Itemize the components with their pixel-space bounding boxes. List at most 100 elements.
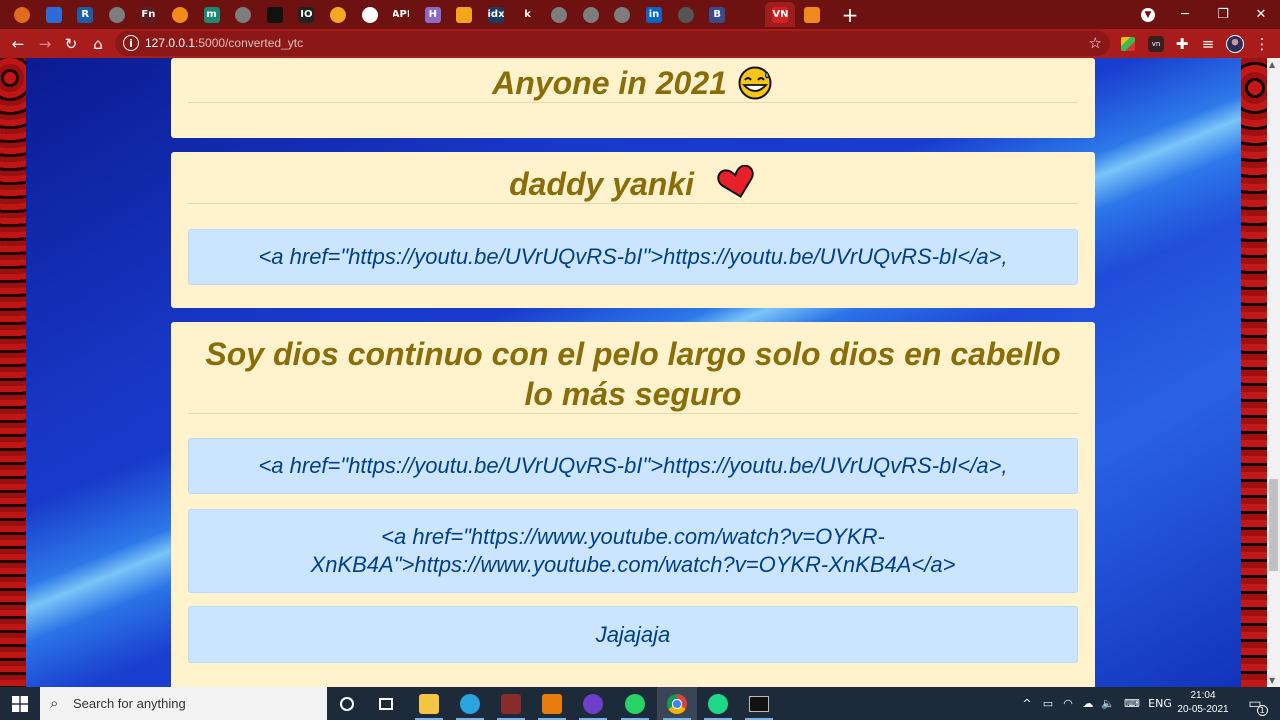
notification-center-button[interactable]: ▭ 1 <box>1240 687 1270 720</box>
comment-title: Soy dios continuo con el pelo largo solo… <box>188 334 1078 414</box>
browser-menu-button[interactable]: ⋮ <box>1250 32 1274 56</box>
extension-badge-icon: vn <box>1148 36 1164 52</box>
input-language-indicator[interactable]: ENG <box>1147 687 1173 720</box>
tab-search-button[interactable]: ▼ <box>1129 0 1167 29</box>
wifi-icon[interactable]: ◠ <box>1059 687 1077 720</box>
chrome-taskbar-button[interactable] <box>657 687 697 720</box>
media-controls-button[interactable]: ≡ <box>1196 32 1220 56</box>
browser-tab[interactable]: k <box>513 2 543 27</box>
extension-colorful-button[interactable] <box>1116 32 1140 56</box>
file-explorer-taskbar-button[interactable] <box>409 687 449 720</box>
browser-tab[interactable]: R <box>70 2 100 27</box>
teal-m-icon: m <box>203 6 220 23</box>
pycharm-icon <box>708 693 728 714</box>
blocked-circle-icon <box>582 6 599 23</box>
browser-tab[interactable]: in <box>639 2 669 27</box>
browser-tab[interactable] <box>576 2 606 27</box>
whatsapp-taskbar-button[interactable] <box>615 687 655 720</box>
browser-tab[interactable]: idx <box>481 2 511 27</box>
profile-button[interactable] <box>1223 32 1247 56</box>
browser-tab[interactable] <box>323 2 353 27</box>
cortana-circle-taskbar-button[interactable] <box>327 687 367 720</box>
reload-button[interactable]: ↻ <box>59 32 83 56</box>
browser-tab[interactable] <box>228 2 258 27</box>
maximize-icon: ❐ <box>1217 7 1229 22</box>
language-label: ENG <box>1148 697 1172 710</box>
forward-button[interactable]: → <box>33 32 57 56</box>
comment-card: Anyone in 2021 <box>171 58 1095 138</box>
comment-card: Soy dios continuo con el pelo largo solo… <box>171 322 1095 687</box>
comment-title-text: Anyone in 2021 <box>492 65 727 101</box>
scrollbar-thumb[interactable] <box>1269 479 1278 571</box>
url-text[interactable]: 127.0.0.1:5000/converted_ytc <box>145 36 303 50</box>
scroll-down-icon[interactable]: ▼ <box>1269 676 1275 685</box>
comment-card: daddy yanki <a href="https://youtu.be/UV… <box>171 152 1095 308</box>
minimize-button[interactable]: ─ <box>1166 0 1204 29</box>
onedrive-cloud-icon[interactable]: ☁ <box>1079 687 1097 720</box>
arrow-right-icon: → <box>38 35 52 53</box>
browser-tab[interactable]: Fn <box>133 2 163 27</box>
back-button[interactable]: ← <box>6 32 30 56</box>
file-explorer-icon <box>419 693 439 714</box>
browser-tab[interactable] <box>7 2 37 27</box>
grinning-sweat-face-icon <box>736 66 774 100</box>
task-view-icon <box>379 697 393 710</box>
speaker-icon <box>740 6 757 23</box>
browser-tab[interactable] <box>355 2 385 27</box>
reply-text: Jajajaja <box>595 621 671 647</box>
swift-bird-icon <box>45 6 62 23</box>
blender-taskbar-button[interactable] <box>532 687 572 720</box>
blender-ring-icon <box>14 6 30 23</box>
terminal-icon <box>749 695 769 712</box>
browser-tab[interactable]: H <box>418 2 448 27</box>
browser-tab[interactable] <box>607 2 637 27</box>
browser-tab[interactable] <box>260 2 290 27</box>
site-info-icon[interactable]: i <box>123 35 139 51</box>
left-background-texture <box>0 58 26 687</box>
bookmark-star-icon[interactable]: ☆ <box>1089 34 1102 52</box>
page-viewport: Anyone in 2021 daddy yanki <a href="http… <box>0 58 1280 687</box>
browser-tab[interactable] <box>165 2 195 27</box>
browser-tab[interactable] <box>39 2 69 27</box>
address-bar[interactable]: i 127.0.0.1:5000/converted_ytc ☆ <box>115 31 1110 56</box>
comment-title: daddy yanki <box>188 164 1078 204</box>
browser-tab[interactable] <box>449 2 479 27</box>
home-button[interactable]: ⌂ <box>86 32 110 56</box>
browser-tab[interactable] <box>734 2 764 27</box>
telegram-taskbar-button[interactable] <box>450 687 490 720</box>
browser-tab[interactable]: B <box>702 2 732 27</box>
github-icon <box>361 6 378 23</box>
taskbar-search-box[interactable]: ⌕ Search for anything <box>40 687 327 720</box>
start-button[interactable] <box>0 687 40 720</box>
blocked-circle-icon <box>108 6 125 23</box>
browser-tab[interactable] <box>102 2 132 27</box>
browser-tab[interactable] <box>797 2 827 27</box>
extensions-button[interactable]: ✚ <box>1170 32 1194 56</box>
extension-badge-button[interactable]: vn <box>1144 32 1168 56</box>
page-scrollbar[interactable]: ▲ ▼ <box>1267 58 1280 687</box>
battery-icon[interactable]: ▭ <box>1039 687 1057 720</box>
close-window-button[interactable]: ✕ <box>1242 0 1280 29</box>
clock[interactable]: 21:04 20-05-2021 <box>1172 689 1234 717</box>
browser-tab[interactable]: API <box>386 2 416 27</box>
volume-icon[interactable]: 🔈 <box>1099 687 1117 720</box>
terminal-taskbar-button[interactable] <box>739 687 779 720</box>
touch-keyboard-icon[interactable]: ⌨ <box>1121 687 1143 720</box>
browser-tab[interactable]: IO <box>291 2 321 27</box>
game-taskbar-button[interactable] <box>491 687 531 720</box>
github-desktop-taskbar-button[interactable] <box>573 687 613 720</box>
pycharm-taskbar-button[interactable] <box>698 687 738 720</box>
show-hidden-icons-button[interactable]: ^ <box>1019 687 1035 720</box>
browser-tab[interactable]: m <box>197 2 227 27</box>
blocked-circle-icon <box>614 6 631 23</box>
h-letter-icon: H <box>424 6 441 23</box>
browser-tab[interactable] <box>671 2 701 27</box>
reply-box: <a href="https://youtu.be/UVrUQvRS-bI">h… <box>188 438 1078 494</box>
browser-tab[interactable] <box>544 2 574 27</box>
task-view-taskbar-button[interactable] <box>366 687 406 720</box>
new-tab-button[interactable]: + <box>838 2 862 27</box>
reload-icon: ↻ <box>64 35 78 53</box>
browser-tab[interactable]: VN <box>765 2 796 27</box>
maximize-button[interactable]: ❐ <box>1204 0 1242 29</box>
scroll-up-icon[interactable]: ▲ <box>1269 60 1275 69</box>
